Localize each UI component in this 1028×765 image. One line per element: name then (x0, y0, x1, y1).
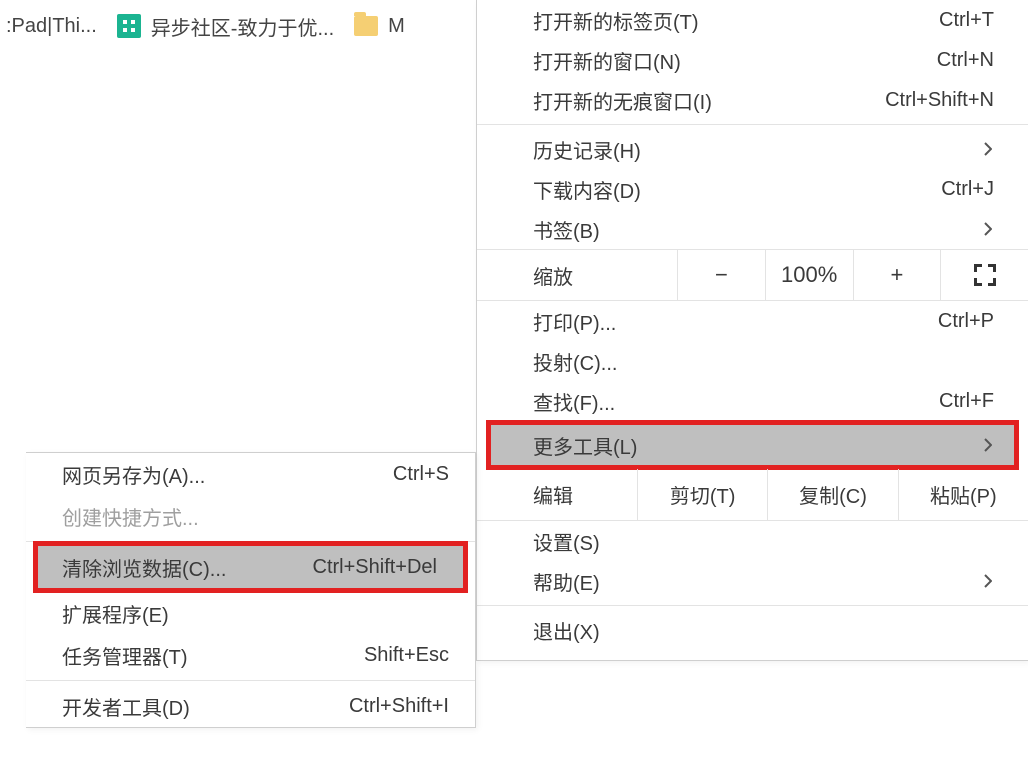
fullscreen-button[interactable] (940, 250, 1028, 300)
menu-label: 清除浏览数据(C)... (62, 553, 297, 582)
menu-label: 查找(F)... (533, 387, 868, 416)
menu-edit-row: 编辑 剪切(T) 复制(C) 粘贴(P) (477, 469, 1028, 521)
menu-label: 打开新的无痕窗口(I) (533, 86, 868, 115)
menu-separator (477, 605, 1028, 606)
menu-new-window[interactable]: 打开新的窗口(N) Ctrl+N (477, 40, 1028, 80)
bookmark-item-pad[interactable]: :Pad|Thi... (6, 9, 107, 44)
chevron-right-icon (982, 438, 994, 452)
menu-label: 更多工具(L) (533, 431, 972, 460)
menu-shortcut: Ctrl+N (884, 49, 994, 72)
menu-shortcut: Ctrl+F (884, 390, 994, 413)
menu-shortcut: Ctrl+S (393, 463, 449, 486)
menu-label: 创建快捷方式... (62, 502, 449, 531)
menu-label: 历史记录(H) (533, 135, 972, 164)
zoom-in-button[interactable]: + (853, 250, 941, 300)
menu-label: 退出(X) (533, 616, 994, 645)
menu-label: 帮助(E) (533, 567, 972, 596)
menu-shortcut: Ctrl+Shift+I (349, 695, 449, 718)
menu-bookmarks[interactable]: 书签(B) (477, 209, 1028, 249)
menu-label: 任务管理器(T) (62, 641, 348, 670)
edit-copy-button[interactable]: 复制(C) (767, 469, 897, 520)
chevron-right-icon (982, 142, 994, 156)
menu-more-tools[interactable]: 更多工具(L) (491, 425, 1014, 465)
bookmark-item-folder[interactable]: M (344, 9, 415, 44)
menu-cast[interactable]: 投射(C)... (477, 341, 1028, 381)
menu-label: 开发者工具(D) (62, 692, 333, 721)
bookmark-label: M (388, 15, 405, 38)
menu-find[interactable]: 查找(F)... Ctrl+F (477, 381, 1028, 421)
bookmark-label: 异步社区-致力于优... (151, 12, 334, 41)
menu-shortcut: Ctrl+P (884, 310, 994, 333)
menu-new-tab[interactable]: 打开新的标签页(T) Ctrl+T (477, 0, 1028, 40)
menu-shortcut: Ctrl+T (884, 9, 994, 32)
menu-shortcut: Ctrl+Shift+Del (313, 556, 438, 579)
menu-label: 投射(C)... (533, 347, 994, 376)
menu-help[interactable]: 帮助(E) (477, 561, 1028, 601)
menu-separator (26, 680, 475, 681)
edit-cut-button[interactable]: 剪切(T) (637, 469, 767, 520)
menu-separator (26, 541, 475, 542)
submenu-save-as[interactable]: 网页另存为(A)... Ctrl+S (26, 453, 475, 495)
bookmark-label: :Pad|Thi... (6, 15, 97, 38)
menu-shortcut: Ctrl+Shift+N (884, 89, 994, 112)
chevron-right-icon (982, 222, 994, 236)
menu-exit[interactable]: 退出(X) (477, 610, 1028, 650)
menu-zoom-row: 缩放 − 100% + (477, 249, 1028, 301)
menu-separator (477, 124, 1028, 125)
menu-downloads[interactable]: 下载内容(D) Ctrl+J (477, 169, 1028, 209)
menu-new-incognito[interactable]: 打开新的无痕窗口(I) Ctrl+Shift+N (477, 80, 1028, 120)
edit-label: 编辑 (477, 469, 637, 520)
browser-main-menu: 打开新的标签页(T) Ctrl+T 打开新的窗口(N) Ctrl+N 打开新的无… (476, 0, 1028, 661)
submenu-create-shortcut[interactable]: 创建快捷方式... (26, 495, 475, 537)
submenu-dev-tools[interactable]: 开发者工具(D) Ctrl+Shift+I (26, 685, 475, 727)
site-favicon-icon (117, 14, 141, 38)
submenu-extensions[interactable]: 扩展程序(E) (26, 592, 475, 634)
menu-shortcut: Ctrl+J (884, 178, 994, 201)
menu-label: 书签(B) (533, 215, 972, 244)
menu-print[interactable]: 打印(P)... Ctrl+P (477, 301, 1028, 341)
chevron-right-icon (982, 574, 994, 588)
menu-settings[interactable]: 设置(S) (477, 521, 1028, 561)
more-tools-submenu: 网页另存为(A)... Ctrl+S 创建快捷方式... 清除浏览数据(C)..… (26, 452, 476, 728)
menu-label: 打开新的窗口(N) (533, 46, 868, 75)
submenu-clear-browsing-data[interactable]: 清除浏览数据(C)... Ctrl+Shift+Del (38, 546, 463, 588)
submenu-task-manager[interactable]: 任务管理器(T) Shift+Esc (26, 634, 475, 676)
menu-label: 下载内容(D) (533, 175, 868, 204)
zoom-out-button[interactable]: − (677, 250, 765, 300)
fullscreen-icon (974, 264, 996, 286)
edit-paste-button[interactable]: 粘贴(P) (898, 469, 1028, 520)
folder-icon (354, 16, 378, 36)
menu-label: 打印(P)... (533, 307, 868, 336)
bookmark-item-yibu[interactable]: 异步社区-致力于优... (107, 6, 344, 47)
menu-history[interactable]: 历史记录(H) (477, 129, 1028, 169)
menu-label: 扩展程序(E) (62, 599, 449, 628)
menu-shortcut: Shift+Esc (364, 644, 449, 667)
menu-label: 网页另存为(A)... (62, 460, 377, 489)
zoom-label: 缩放 (477, 261, 677, 290)
page-area (0, 52, 476, 452)
menu-label: 打开新的标签页(T) (533, 6, 868, 35)
zoom-value: 100% (765, 250, 853, 300)
menu-label: 设置(S) (533, 527, 994, 556)
